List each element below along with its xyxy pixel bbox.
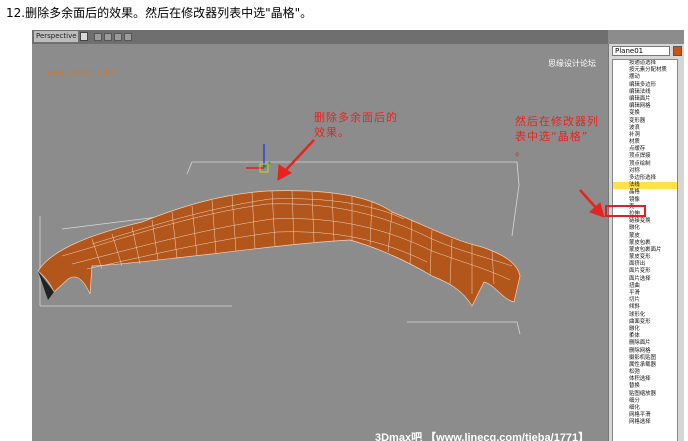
perspective-viewport[interactable]: WWW.3DXY.COM 思缘设计论坛 删除多余面后的 效果。 然后在修改器列 … [32, 44, 608, 441]
annotation-right: 然后在修改器列 表中选“晶格” 。 [515, 114, 599, 159]
modifier-item[interactable]: 删除面片 [613, 340, 677, 347]
modifier-item[interactable]: 蒙皮变形 [613, 254, 677, 261]
annotation-left-line-2: 效果。 [314, 126, 350, 139]
modifier-item[interactable]: 球形化 [613, 312, 677, 319]
toolbar-icon-2[interactable] [104, 33, 112, 41]
modifier-item[interactable]: 对称 [613, 168, 677, 175]
modifier-item[interactable]: 按元素分配材质 [613, 67, 677, 74]
toolbar-icon-4[interactable] [124, 33, 132, 41]
modifier-item[interactable]: 编辑法线 [613, 89, 677, 96]
toolbar-icon-3[interactable] [114, 33, 122, 41]
tab-close-icon[interactable] [80, 32, 88, 41]
modifier-item[interactable]: 晶格 [613, 189, 677, 196]
modify-panel: Plane01 按通道选择 按元素分配材质 摆动 编辑多边形 编辑法线 编辑面片 编辑网格变… [608, 44, 684, 441]
modifier-item[interactable]: 链接变换 [613, 218, 677, 225]
modifier-item[interactable]: 编辑网格 [613, 103, 677, 110]
object-name-field[interactable]: Plane01 [612, 46, 670, 56]
modifier-item[interactable]: 变换 [613, 110, 677, 117]
modifier-item[interactable]: 顶点绘制 [613, 161, 677, 168]
modifier-item[interactable]: 法线 [613, 182, 677, 190]
annotation-left-line-1: 删除多余面后的 [314, 111, 398, 124]
modifier-item[interactable]: 补洞 [613, 132, 677, 139]
watermark-text: WWW.3DXY.COM [47, 68, 117, 77]
modifier-item[interactable]: 摄影机贴图 [613, 355, 677, 362]
modifier-item[interactable]: 倾斜 [613, 304, 677, 311]
modifier-item[interactable]: 曲面变形 [613, 319, 677, 326]
modifier-item[interactable]: 编辑多边形 [613, 82, 677, 89]
modifier-item[interactable]: 替换 [613, 383, 677, 390]
modifier-item[interactable]: 网格选择 [613, 419, 677, 426]
modifier-item[interactable]: 蒙皮 [613, 233, 677, 240]
modifier-item[interactable]: 属性承载器 [613, 362, 677, 369]
modifier-item[interactable]: 面片变形 [613, 268, 677, 275]
annotation-right-line-2: 表中选“晶格” [515, 130, 589, 143]
modifier-item[interactable]: 细分 [613, 398, 677, 405]
modifier-item[interactable]: 融化 [613, 225, 677, 232]
forum-watermark: 思缘设计论坛 [548, 59, 596, 68]
annotation-left: 删除多余面后的 效果。 [314, 110, 398, 140]
toolbar-icon-1[interactable] [94, 33, 102, 41]
modifier-item[interactable]: 面片选择 [613, 276, 677, 283]
viewport-scene [37, 139, 605, 335]
viewport-tab[interactable]: Perspective [34, 31, 78, 42]
modifier-item[interactable]: 变形器 [613, 118, 677, 125]
modifier-list[interactable]: 按通道选择 按元素分配材质 摆动 编辑多边形 编辑法线 编辑面片 编辑网格 变换 变形器 波浪 补洞… [612, 59, 678, 441]
modifier-item[interactable]: 删除网格 [613, 348, 677, 355]
modifier-item[interactable]: 贴图缩放器 [613, 391, 677, 398]
modifier-item[interactable]: 顶点焊接 [613, 153, 677, 160]
object-color-swatch[interactable] [673, 46, 682, 56]
lattice-highlight-box [605, 205, 646, 217]
caption-text: 12.删除多余面后的效果。然后在修改器列表中选"晶格"。 [6, 6, 313, 20]
modifier-item[interactable]: 材质 [613, 139, 677, 146]
footer-watermark: 3Dmax吧 【www.linecg.com/tieba/1771】 [375, 432, 590, 441]
viewport-header: Perspective [32, 30, 608, 44]
transform-gizmo-icon[interactable] [246, 144, 271, 173]
modifier-item[interactable]: 切片 [613, 297, 677, 304]
annotation-right-line-3: 。 [515, 145, 527, 158]
modifier-item[interactable]: 镜像 [613, 197, 677, 204]
car-mesh[interactable] [37, 190, 521, 307]
modifier-item[interactable]: 扭曲 [613, 283, 677, 290]
modifier-item[interactable]: 平滑 [613, 290, 677, 297]
max-screenshot: Perspective WWW.3DXY.COM 思缘设计论坛 删除多余面后的 … [32, 30, 684, 441]
modifier-item[interactable]: 蒙皮包裹面片 [613, 247, 677, 254]
modifier-item[interactable]: 摆动 [613, 74, 677, 81]
annotation-right-line-1: 然后在修改器列 [515, 115, 599, 128]
modifier-item[interactable]: 多边形选择 [613, 175, 677, 182]
modifier-item[interactable]: 波浪 [613, 125, 677, 132]
modifier-item[interactable]: 融化 [613, 326, 677, 333]
modifier-item[interactable]: 体积选择 [613, 376, 677, 383]
modifier-item[interactable]: 蒙皮包裹 [613, 240, 677, 247]
